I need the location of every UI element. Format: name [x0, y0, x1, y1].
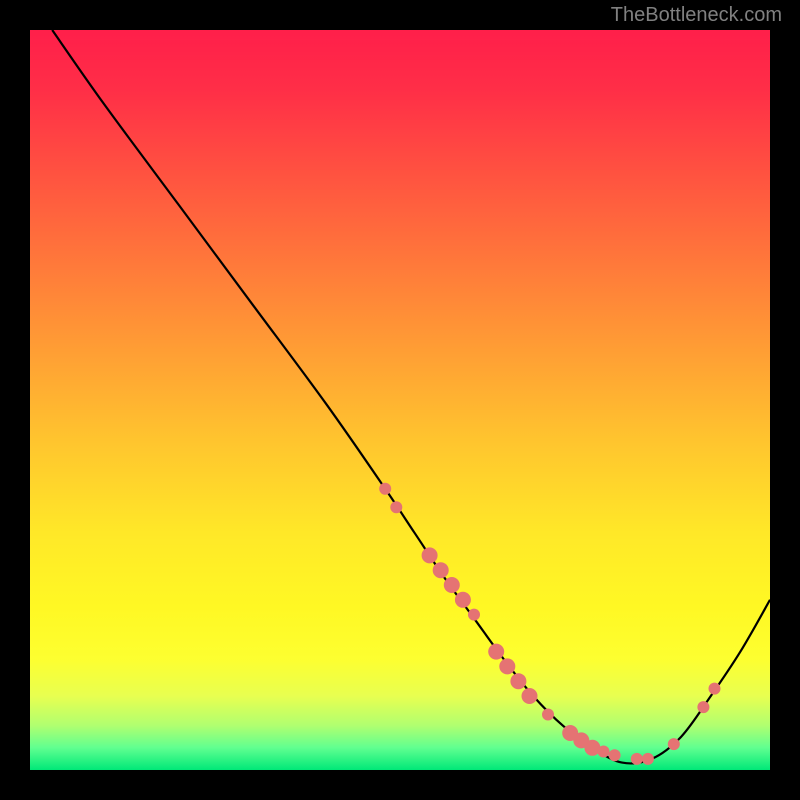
data-markers — [379, 483, 720, 765]
data-marker — [422, 547, 438, 563]
data-marker — [488, 644, 504, 660]
data-marker — [609, 749, 621, 761]
data-marker — [522, 688, 538, 704]
curve-line — [52, 30, 770, 763]
plot-area — [30, 30, 770, 770]
data-marker — [444, 577, 460, 593]
data-marker — [668, 738, 680, 750]
data-marker — [468, 609, 480, 621]
data-marker — [542, 709, 554, 721]
chart-container: TheBottleneck.com — [0, 0, 800, 800]
data-marker — [379, 483, 391, 495]
data-marker — [433, 562, 449, 578]
data-marker — [697, 701, 709, 713]
data-marker — [709, 683, 721, 695]
data-marker — [598, 746, 610, 758]
data-marker — [510, 673, 526, 689]
data-marker — [499, 658, 515, 674]
data-marker — [631, 753, 643, 765]
data-marker — [642, 753, 654, 765]
watermark-text: TheBottleneck.com — [611, 4, 782, 27]
data-marker — [390, 501, 402, 513]
data-marker — [455, 592, 471, 608]
curve-svg — [30, 30, 770, 770]
